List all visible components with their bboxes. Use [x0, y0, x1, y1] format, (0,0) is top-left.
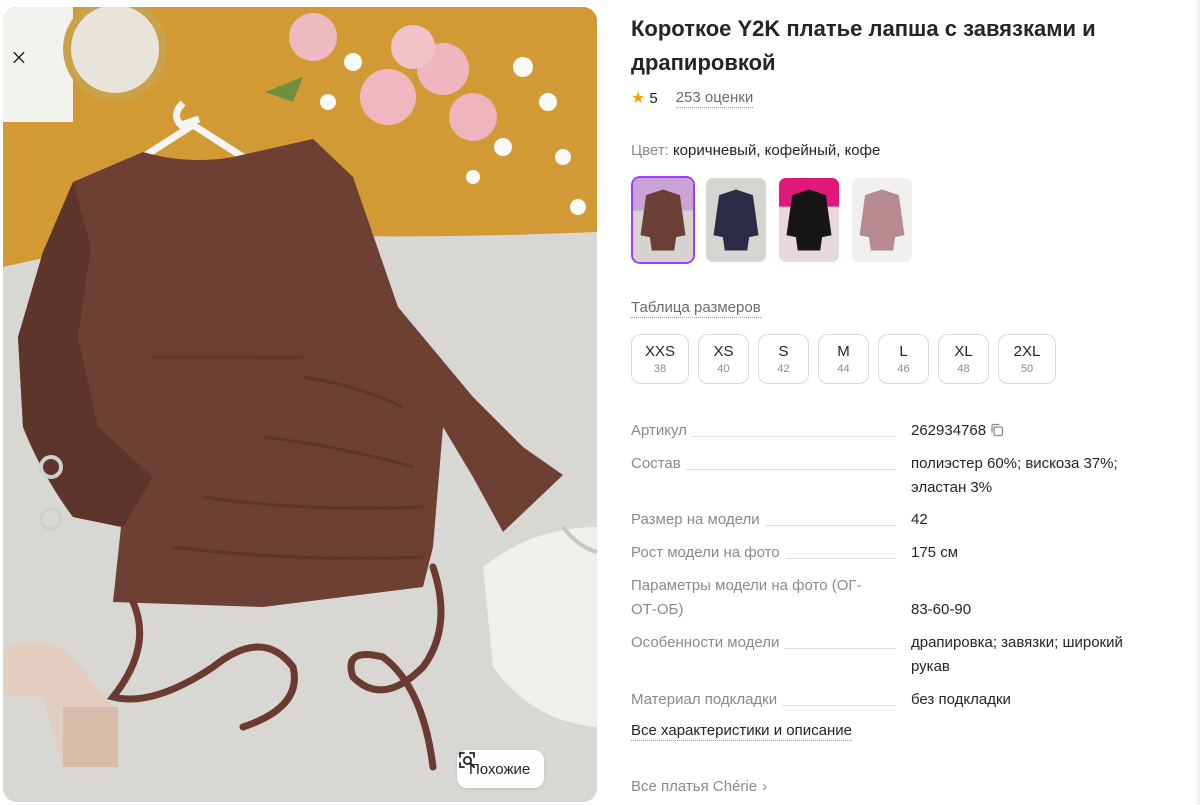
size-label: S — [778, 342, 789, 360]
spec-value: 262934768 — [911, 422, 987, 439]
chevron-right-icon: › — [762, 778, 768, 795]
size-ru-label: 50 — [1020, 362, 1034, 375]
image-search-icon — [459, 752, 475, 768]
color-swatch-image — [706, 178, 766, 262]
all-specs-link[interactable]: Все характеристики и описание — [631, 722, 852, 741]
similar-button[interactable]: Похожие — [457, 750, 545, 788]
spec-key: Параметры модели на фото (ОГ-ОТ-ОБ) — [631, 577, 862, 618]
color-swatches — [631, 176, 914, 264]
spec-value: 83-60-90 — [911, 601, 972, 618]
size-option-xl[interactable]: XL 48 — [938, 334, 989, 384]
spec-value: драпировка; завязки; широкий рукав — [911, 634, 1123, 675]
color-swatch-image — [852, 178, 912, 262]
rating-row: ★ 5 253 оценки — [631, 88, 754, 108]
reviews-link[interactable]: 253 оценки — [675, 89, 754, 108]
spec-key: Артикул — [631, 422, 693, 439]
color-swatch-image — [633, 178, 693, 262]
size-option-l[interactable]: L 46 — [878, 334, 929, 384]
size-label: XL — [954, 342, 973, 360]
color-swatch-image — [779, 178, 839, 262]
color-swatch-brown[interactable] — [631, 176, 695, 264]
spec-key: Особенности модели — [631, 634, 786, 651]
size-option-s[interactable]: S 42 — [758, 334, 809, 384]
size-option-m[interactable]: M 44 — [818, 334, 869, 384]
spec-key: Состав — [631, 455, 687, 472]
size-ru-label: 42 — [777, 362, 790, 375]
spec-value: без подкладки — [911, 691, 1011, 708]
size-ru-label: 48 — [957, 362, 970, 375]
color-swatch-wine[interactable] — [850, 176, 914, 264]
size-ru-label: 40 — [717, 362, 730, 375]
size-option-xs[interactable]: XS 40 — [698, 334, 749, 384]
all-dresses-link[interactable]: Все платья Chérie › — [631, 778, 767, 795]
similar-button-label: Похожие — [469, 760, 531, 778]
size-selector: XXS 38 XS 40 S 42 M 44 L 46 XL 48 2XL 50 — [631, 334, 1056, 384]
size-label: 2XL — [1013, 342, 1041, 360]
size-table-link[interactable]: Таблица размеров — [631, 299, 761, 318]
svg-text:×: × — [11, 43, 27, 74]
product-title: Короткое Y2K платье лапша с завязками и … — [631, 16, 1096, 75]
rating-value: 5 — [649, 89, 658, 107]
dress-photo-illustration: × — [3, 7, 597, 802]
spec-key: Рост модели на фото — [631, 544, 786, 561]
spec-value: полиэстер 60%; вискоза 37%; эластан 3% — [911, 455, 1118, 496]
size-ru-label: 46 — [897, 362, 910, 375]
spec-value: 42 — [911, 511, 928, 528]
color-swatch-black[interactable] — [777, 176, 841, 264]
size-option-2xl[interactable]: 2XL 50 — [998, 334, 1056, 384]
size-ru-label: 38 — [653, 362, 667, 375]
scroll-edge — [1194, 0, 1200, 805]
size-label: XS — [713, 342, 734, 360]
size-label: L — [899, 342, 908, 360]
size-label: XXS — [644, 342, 675, 360]
copy-icon[interactable] — [990, 423, 1004, 437]
color-label: Цвет: — [631, 142, 669, 159]
color-value: коричневый, кофейный, кофе — [672, 142, 881, 159]
size-ru-label: 44 — [837, 362, 850, 375]
size-option-xxs[interactable]: XXS 38 — [631, 334, 689, 384]
star-icon: ★ — [631, 90, 646, 107]
size-label: M — [837, 342, 850, 360]
product-photo[interactable]: × Похожие — [3, 7, 597, 802]
spec-key: Размер на модели — [631, 511, 766, 528]
spec-key: Материал подкладки — [631, 691, 784, 708]
color-swatch-navy[interactable] — [704, 176, 768, 264]
spec-value: 175 см — [911, 544, 959, 561]
all-dresses-label: Все платья Chérie — [631, 778, 758, 795]
color-row: Цвет: коричневый, кофейный, кофе — [631, 142, 880, 159]
